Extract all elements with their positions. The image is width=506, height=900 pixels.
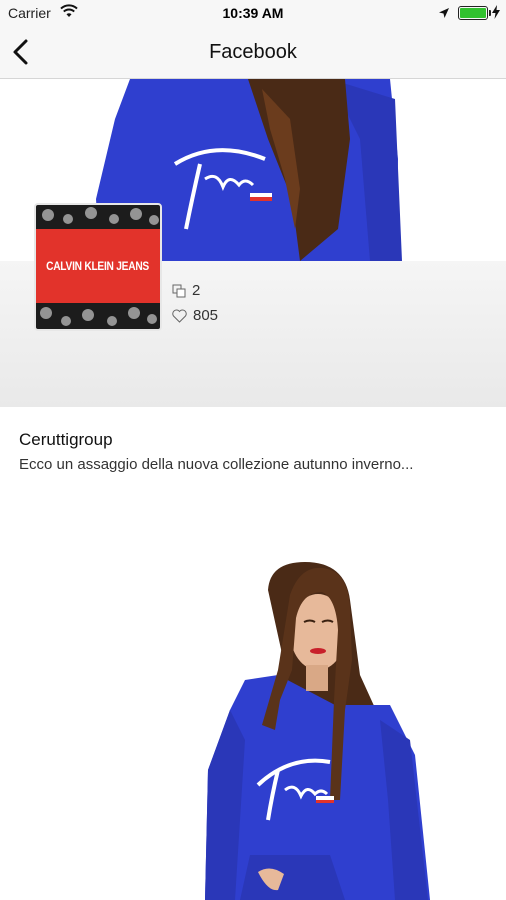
heart-icon (172, 309, 187, 323)
likes-count: 805 (172, 303, 218, 328)
likes-value: 805 (193, 307, 219, 324)
post-main-photo[interactable] (0, 500, 506, 900)
post-author[interactable]: Ceruttigroup (19, 430, 113, 450)
battery-icon (458, 6, 491, 20)
copy-icon (172, 284, 186, 297)
location-arrow-icon (438, 6, 450, 22)
shares-value: 2 (192, 282, 201, 299)
shares-count: 2 (172, 278, 218, 303)
post-stats: 2 805 (172, 278, 218, 328)
post-thumbnail[interactable]: CALVIN KLEIN JEANS (34, 203, 162, 331)
navigation-bar: Facebook (0, 26, 506, 79)
brand-logo: CALVIN KLEIN JEANS (36, 229, 160, 303)
charging-bolt-icon (492, 5, 500, 22)
post-caption[interactable]: Ecco un assaggio della nuova collezione … (19, 456, 489, 473)
page-title: Facebook (209, 41, 297, 63)
clock: 10:39 AM (222, 5, 284, 21)
brand-logo-text: CALVIN KLEIN JEANS (46, 259, 150, 273)
status-bar: Carrier 10:39 AM (0, 0, 506, 26)
